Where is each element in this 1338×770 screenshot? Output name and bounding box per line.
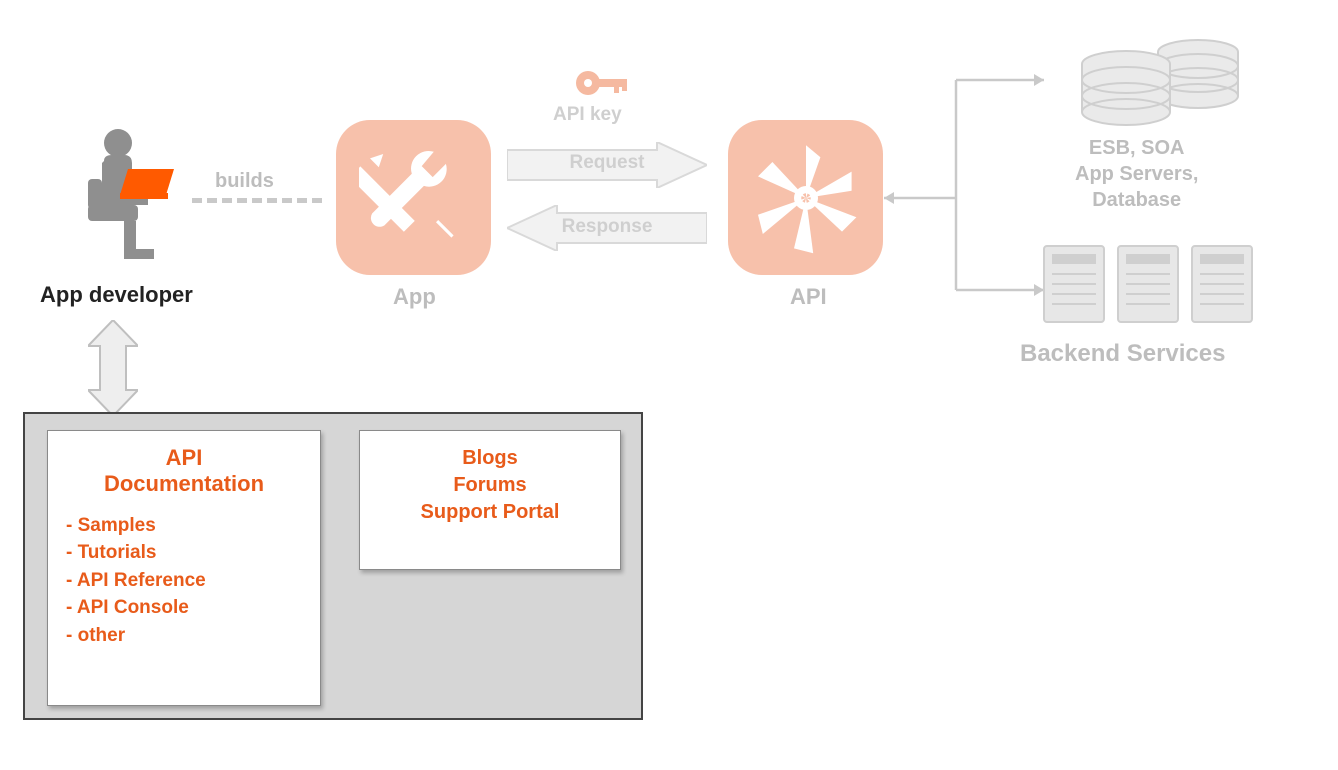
key-icon [574,66,630,105]
builds-label: builds [215,170,274,193]
api-docs-item: - other [66,622,302,650]
cog-icon [746,138,866,258]
response-label: Response [507,216,707,238]
app-label: App [393,284,436,310]
tools-icon [359,143,469,253]
developer-icon [70,125,180,265]
api-docs-item: - Samples [66,512,302,540]
builds-connector [192,198,322,203]
community-line: Forums [378,472,602,499]
backend-label: Backend Services [1020,340,1225,368]
backend-desc-line3: Database [1092,189,1181,211]
api-docs-title-line1: API [166,445,203,470]
api-key-label: API key [553,104,622,126]
backend-desc-line2: App Servers, [1075,163,1198,185]
api-node [728,120,883,275]
request-label: Request [507,152,707,174]
servers-icon [1040,240,1260,335]
api-docs-item: - API Reference [66,567,302,595]
api-docs-title-line2: Documentation [104,471,264,496]
backend-desc-line1: ESB, SOA [1089,137,1185,159]
app-node [336,120,491,275]
api-docs-title: API Documentation [66,445,302,498]
community-line: Support Portal [378,499,602,526]
backend-description: ESB, SOA App Servers, Database [1075,135,1198,213]
api-documentation-card: API Documentation - Samples - Tutorials … [47,430,321,706]
api-label: API [790,284,827,310]
api-docs-item: - API Console [66,594,302,622]
api-docs-list: - Samples - Tutorials - API Reference - … [66,512,302,650]
api-docs-item: - Tutorials [66,539,302,567]
database-icon [1070,30,1250,135]
community-line: Blogs [378,445,602,472]
community-card: Blogs Forums Support Portal [359,430,621,570]
developer-label: App developer [40,282,193,308]
developer-portal-arrow [88,320,138,421]
developer-portal-panel: API Documentation - Samples - Tutorials … [23,412,643,720]
